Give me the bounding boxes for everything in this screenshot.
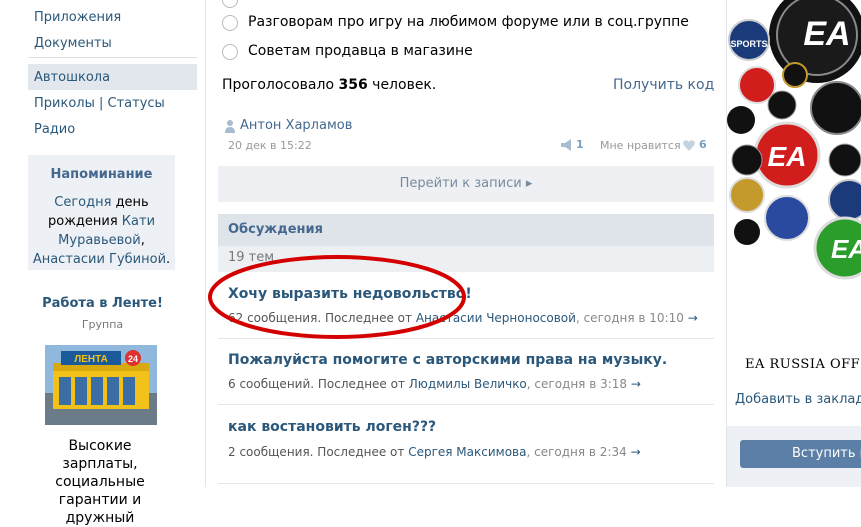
ad-group-title[interactable]: Работа в Ленте! bbox=[0, 296, 205, 311]
reminder-text-day: день bbox=[111, 195, 149, 210]
ea-logo-text: EA bbox=[803, 15, 850, 53]
ad-group-subtitle: Группа bbox=[81, 318, 124, 331]
heart-icon[interactable] bbox=[683, 140, 695, 155]
arrow-right-icon[interactable]: → bbox=[631, 377, 641, 391]
reminder-period: . bbox=[166, 252, 171, 267]
topic-last-author-3[interactable]: Сергея Максимова bbox=[408, 445, 526, 459]
megaphone-icon[interactable] bbox=[560, 139, 574, 154]
ea-logo-text-green: EA bbox=[831, 234, 861, 264]
poll-option-radio-prev[interactable] bbox=[222, 0, 238, 8]
like-label[interactable]: Мне нравится bbox=[600, 139, 681, 152]
post-date[interactable]: 20 дек в 15:22 bbox=[228, 139, 312, 152]
join-group-button[interactable]: Вступить в группу bbox=[740, 440, 861, 468]
goto-post-button[interactable]: Перейти к записи ▸ bbox=[218, 166, 714, 202]
join-area: Вступить в группу bbox=[727, 426, 861, 487]
topic-last-author-1[interactable]: Анастасии Черноносовой bbox=[416, 311, 576, 325]
topic-meta-3: 2 сообщения. Последнее от Сергея Максимо… bbox=[228, 445, 641, 459]
ad-text-line-2: социальные bbox=[55, 474, 145, 490]
share-count: 1 bbox=[576, 138, 584, 151]
nav-item-jokes[interactable]: Приколы | Статусы bbox=[34, 96, 165, 111]
topic-count-3: 2 сообщения. Последнее от bbox=[228, 445, 409, 459]
poll-voted-summary: Проголосовало 356 человек. bbox=[222, 77, 436, 93]
nav-item-documents[interactable]: Документы bbox=[34, 36, 112, 51]
post-author-link[interactable]: Антон Харламов bbox=[240, 118, 352, 133]
nav-divider bbox=[28, 57, 197, 58]
reminder-box: Напоминание Сегодня день рождения Кати М… bbox=[28, 155, 175, 270]
topic-divider bbox=[218, 338, 714, 339]
discussions-count: 19 тем bbox=[228, 250, 275, 265]
topic-title-3[interactable]: как востановить логен??? bbox=[228, 419, 436, 435]
topic-meta-2: 6 сообщений. Последнее от Людмилы Величк… bbox=[228, 377, 641, 391]
ad-text-line-3: гарантии и дружный bbox=[58, 492, 142, 526]
poll-option-label-1[interactable]: Разговорам про игру на любимом форуме ил… bbox=[248, 14, 689, 30]
voted-count: 356 bbox=[338, 77, 368, 93]
discussions-header[interactable]: Обсуждения bbox=[218, 214, 714, 246]
ea-group-image[interactable]: EA SPORTS EA EA bbox=[727, 0, 861, 300]
add-bookmark-link[interactable]: Добавить в закладки bbox=[735, 392, 861, 407]
nav-item-radio[interactable]: Радио bbox=[34, 122, 75, 137]
reminder-text: Сегодня день рождения Кати Муравьевой, А… bbox=[32, 193, 171, 269]
lenta-badge-text: 24 bbox=[128, 354, 138, 364]
topic-divider bbox=[218, 483, 714, 484]
ea-sports-text: SPORTS bbox=[730, 39, 767, 49]
arrow-right-icon[interactable]: → bbox=[688, 311, 698, 325]
topic-count-2: 6 сообщений. Последнее от bbox=[228, 377, 409, 391]
person-icon bbox=[224, 119, 236, 137]
ad-text-line-1: Высокие зарплаты, bbox=[62, 438, 138, 472]
topic-title-2[interactable]: Пожалуйста помогите с авторскими права н… bbox=[228, 352, 667, 368]
reminder-comma: , bbox=[140, 233, 145, 248]
poll-option-radio-2[interactable] bbox=[222, 44, 238, 60]
poll-option-radio-1[interactable] bbox=[222, 15, 238, 31]
left-sidebar: Приложения Документы Автошкола Приколы |… bbox=[0, 0, 205, 526]
right-group-name: EA RUSSIA OFFICIAL bbox=[745, 357, 861, 372]
like-count: 6 bbox=[699, 138, 707, 151]
lenta-logo-text: ЛЕНТА bbox=[74, 354, 108, 365]
friend-link-gubina[interactable]: Анастасии Губиной bbox=[33, 252, 166, 267]
topic-last-author-2[interactable]: Людмилы Величко bbox=[409, 377, 527, 391]
reminder-title: Напоминание bbox=[50, 167, 153, 182]
goto-arrow-icon: ▸ bbox=[525, 176, 533, 191]
topic-last-time-1: , сегодня в 10:10 bbox=[575, 311, 684, 325]
ad-group-text: Высокие зарплаты, социальные гарантии и … bbox=[30, 437, 170, 527]
topic-last-time-2: , сегодня в 3:18 bbox=[526, 377, 628, 391]
nav-item-apps[interactable]: Приложения bbox=[34, 10, 121, 25]
topic-count-1: 62 сообщения. Последнее от bbox=[228, 311, 416, 325]
sidebar-divider bbox=[205, 0, 206, 487]
voted-suffix: человек. bbox=[367, 77, 437, 93]
reminder-text-birthday: рождения bbox=[47, 214, 122, 229]
poll-option-label-2[interactable]: Советам продавца в магазине bbox=[248, 43, 473, 59]
topic-title-1[interactable]: Хочу выразить недовольство! bbox=[228, 286, 472, 302]
goto-post-label: Перейти к записи ▸ bbox=[218, 176, 714, 191]
ad-group-image[interactable]: ЛЕНТА 24 bbox=[45, 345, 157, 425]
arrow-right-icon[interactable]: → bbox=[631, 445, 641, 459]
topic-meta-1: 62 сообщения. Последнее от Анастасии Чер… bbox=[228, 311, 698, 325]
today-link[interactable]: Сегодня bbox=[54, 195, 111, 210]
goto-post-text: Перейти к записи bbox=[399, 176, 522, 191]
nav-item-autoschool[interactable]: Автошкола bbox=[34, 70, 110, 85]
voted-prefix: Проголосовало bbox=[222, 77, 339, 93]
topic-last-time-3: , сегодня в 2:34 bbox=[526, 445, 627, 459]
discussions-count-bar: 19 тем bbox=[218, 246, 714, 272]
friend-link-muravyeva[interactable]: Муравьевой bbox=[58, 233, 141, 248]
ea-logo-text-red: EA bbox=[768, 141, 807, 172]
friend-link-katya[interactable]: Кати bbox=[122, 214, 155, 229]
get-code-link[interactable]: Получить код bbox=[613, 77, 714, 93]
topic-divider bbox=[218, 404, 714, 405]
discussions-title[interactable]: Обсуждения bbox=[228, 222, 323, 237]
